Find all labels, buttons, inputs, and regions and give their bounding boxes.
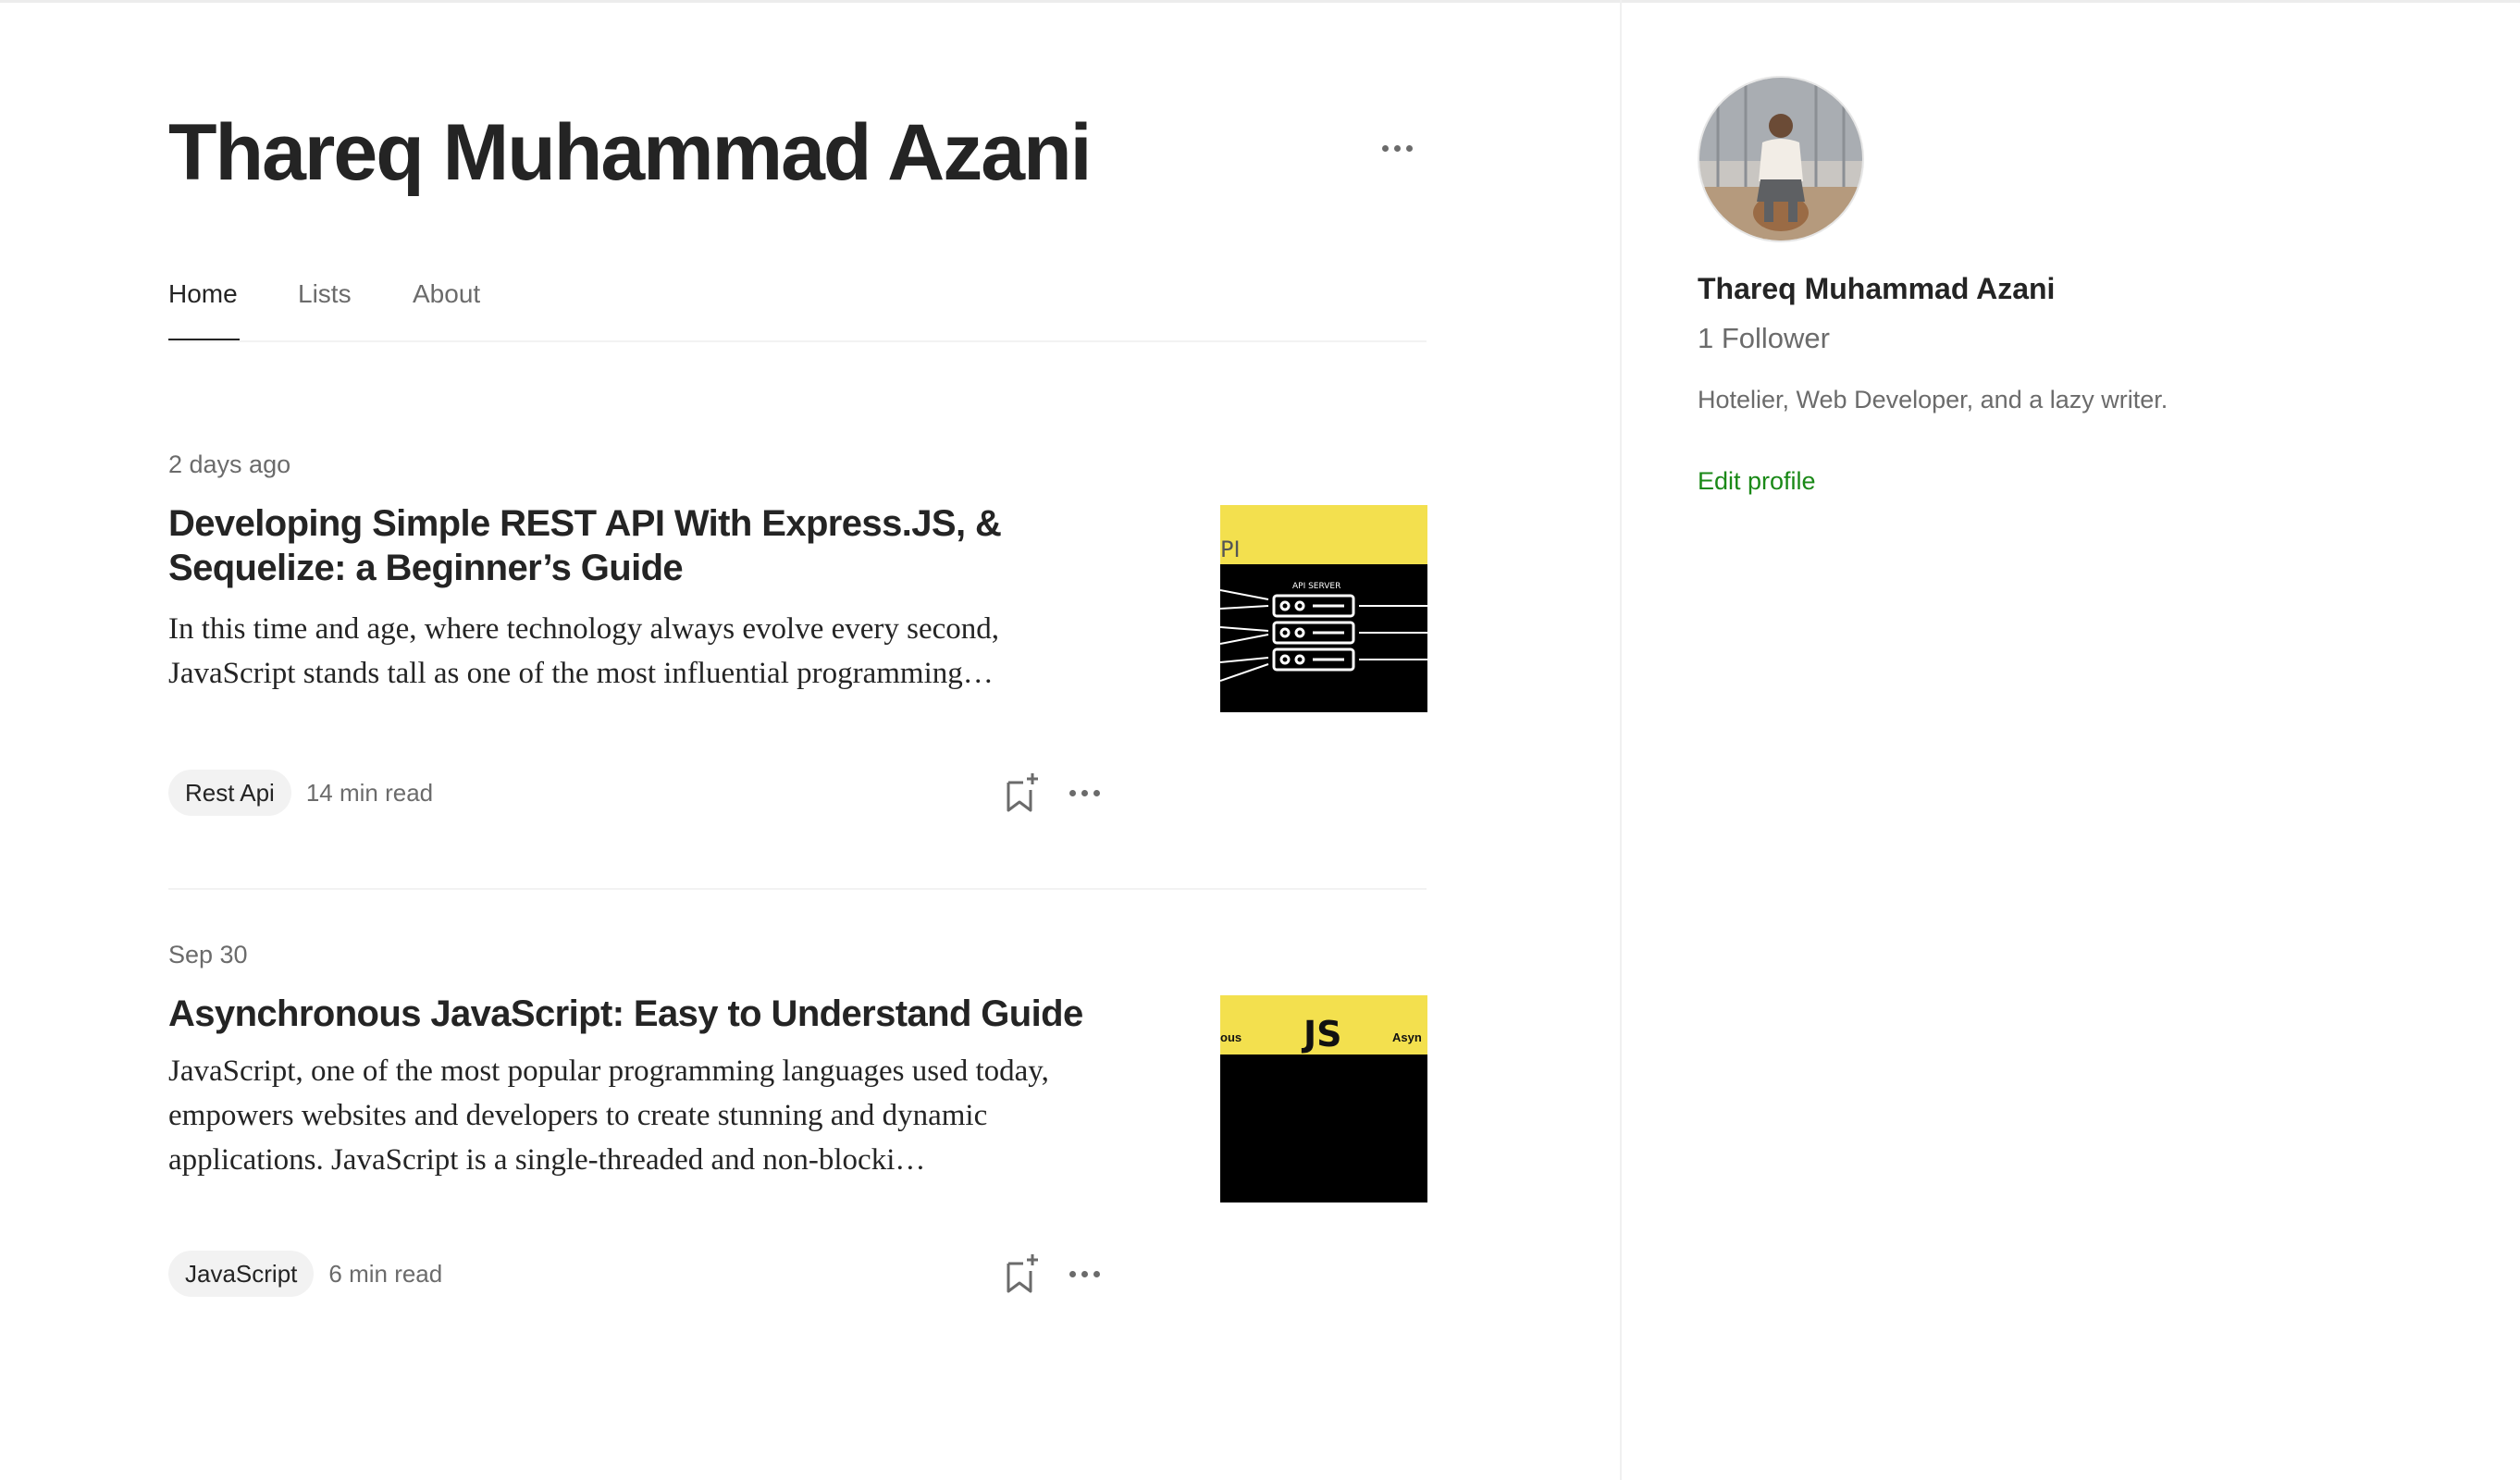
article-excerpt[interactable]: JavaScript, one of the most popular prog… [168,1049,1112,1182]
avatar[interactable] [1698,76,1864,242]
article-thumbnail[interactable]: PI API SERVER [1220,505,1427,712]
avatar-photo-icon [1699,78,1862,240]
tab-home[interactable]: Home [168,276,238,313]
thumbnail-band-left-text: ous [1220,1030,1242,1044]
article-card: Sep 30 Asynchronous JavaScript: Easy to … [168,934,1427,1360]
article-title[interactable]: Asynchronous JavaScript: Easy to Underst… [168,992,1103,1036]
page-title: Thareq Muhammad Azani [168,108,1093,197]
article-meta: JavaScript 6 min read [168,1251,442,1297]
thumbnail-yellow-band: ous JS Asyn [1220,995,1427,1054]
active-tab-indicator [168,339,240,340]
article-read-time: 6 min read [328,1259,443,1288]
profile-tabs: Home Lists About [168,268,1427,342]
profile-bio: Hotelier, Web Developer, and a lazy writ… [1698,386,2168,413]
article-excerpt[interactable]: In this time and age, where technology a… [168,607,1112,696]
diagram-label: API SERVER [1292,582,1340,591]
tab-lists[interactable]: Lists [298,276,352,313]
api-server-diagram-icon: API SERVER [1220,582,1427,682]
more-horizontal-icon [1069,789,1100,796]
main-content: Thareq Muhammad Azani Home Lists About 2… [0,0,1620,1480]
edit-profile-link[interactable]: Edit profile [1698,462,1816,500]
thumbnail-band-right-text: Asyn [1392,1030,1422,1044]
article-more-button[interactable] [1064,770,1105,816]
article-date: 2 days ago [168,450,291,478]
article-tag[interactable]: JavaScript [168,1251,315,1297]
profile-name[interactable]: Thareq Muhammad Azani [1698,268,2055,309]
bookmark-add-icon [1007,1254,1038,1293]
article-title[interactable]: Developing Simple REST API With Express.… [168,501,1103,590]
article-more-button[interactable] [1064,1251,1105,1297]
article-card: 2 days ago Developing Simple REST API Wi… [168,444,1427,890]
more-horizontal-icon [1381,144,1413,152]
bookmark-add-button[interactable] [1001,770,1042,816]
article-date: Sep 30 [168,941,248,968]
more-horizontal-icon [1069,1270,1100,1277]
profile-more-button[interactable] [1373,130,1421,166]
article-thumbnail[interactable]: ous JS Asyn [1220,995,1427,1202]
bookmark-add-button[interactable] [1001,1251,1042,1297]
article-read-time: 14 min read [305,778,434,807]
article-meta: Rest Api 14 min read [168,770,433,816]
tab-about[interactable]: About [413,276,480,313]
profile-sidebar: Thareq Muhammad Azani 1 Follower Hotelie… [1620,0,2520,1480]
bookmark-add-icon [1007,773,1038,812]
article-tag[interactable]: Rest Api [168,770,291,816]
js-logo-text: JS [1303,1014,1342,1054]
followers-count[interactable]: 1 Follower [1698,318,1830,359]
